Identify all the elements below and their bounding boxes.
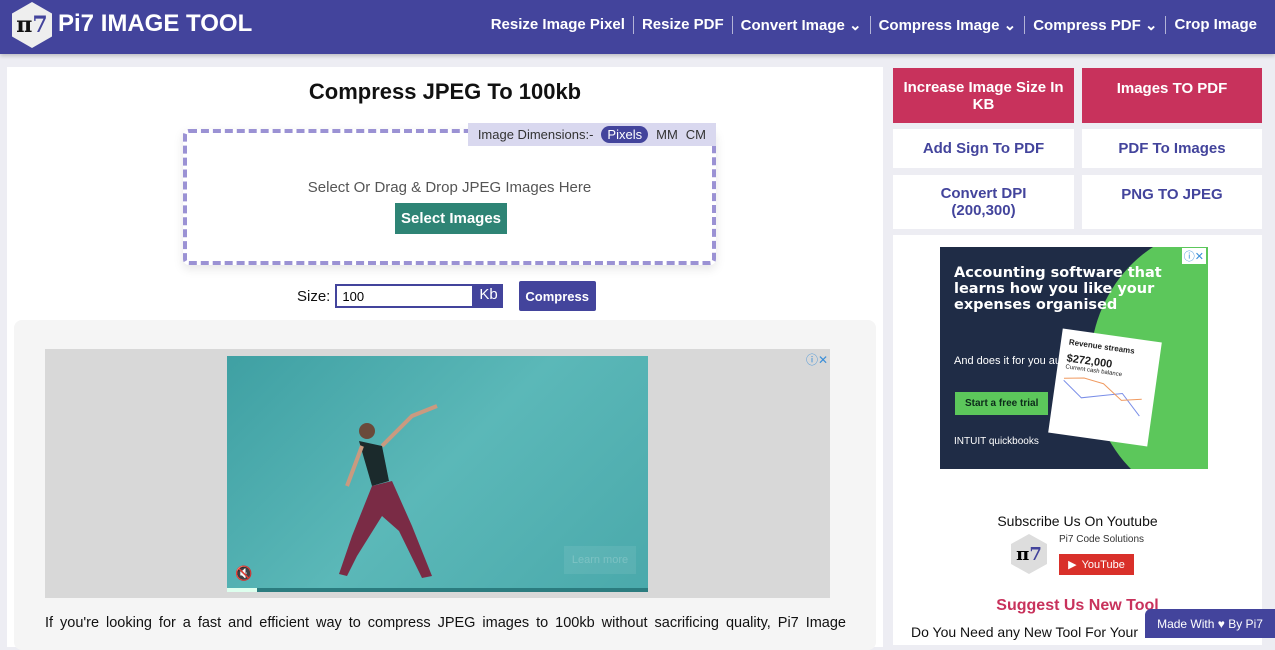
ad-headline: Accounting software that learns how you … (954, 265, 1162, 313)
header: π7 Pi7 IMAGE TOOL Resize Image Pixel Res… (0, 0, 1275, 54)
nav-crop-image[interactable]: Crop Image (1166, 16, 1265, 34)
dims-pixels[interactable]: Pixels (601, 126, 649, 143)
content-section: ⓘ✕ 🔇 Learn more (14, 320, 876, 650)
ad-cta-button[interactable]: Start a free trial (955, 392, 1049, 415)
video-progress[interactable] (227, 588, 648, 592)
nav-resize-image-pixel[interactable]: Resize Image Pixel (483, 16, 634, 34)
size-input[interactable] (335, 284, 475, 308)
ad-card: Revenue streams $272,000 Current cash ba… (1048, 328, 1162, 447)
sidebar-panel: ⓘ✕ Accounting software that learns how y… (893, 235, 1262, 645)
size-label: Size: (297, 287, 331, 305)
compress-button[interactable]: Compress (518, 281, 596, 311)
images-to-pdf-button[interactable]: Images TO PDF (1082, 68, 1262, 123)
size-unit: Kb (474, 284, 503, 308)
youtube-play-icon: ▶ (1068, 559, 1077, 571)
intro-paragraph: If you're looking for a fast and efficie… (45, 615, 846, 631)
channel-name: Pi7 Code Solutions (1059, 534, 1145, 545)
drop-text: Select Or Drag & Drop JPEG Images Here (307, 179, 592, 196)
page-title: Compress JPEG To 100kb (308, 79, 582, 104)
youtube-subscribe-button[interactable]: ▶ YouTube (1059, 554, 1134, 575)
ad-info-close-icon[interactable]: ⓘ✕ (1181, 248, 1206, 264)
channel-logo[interactable]: π7 (1011, 534, 1047, 574)
nav-compress-image[interactable]: Compress Image ⌄ (871, 16, 1026, 34)
dims-label: Image Dimensions:- (477, 127, 594, 142)
quickbooks-ad[interactable]: ⓘ✕ Accounting software that learns how y… (940, 247, 1208, 469)
drop-zone[interactable]: Image Dimensions:- Pixels MM CM Select O… (183, 123, 716, 265)
learn-more-button[interactable]: Learn more (564, 546, 636, 574)
logo[interactable]: π7 (12, 2, 52, 48)
nav-compress-pdf[interactable]: Compress PDF ⌄ (1025, 16, 1167, 34)
dimension-selector: Image Dimensions:- Pixels MM CM (467, 123, 716, 146)
subscribe-heading: Subscribe Us On Youtube (997, 513, 1158, 529)
brand-name[interactable]: Pi7 IMAGE TOOL (58, 10, 252, 38)
video-ad[interactable]: ⓘ✕ 🔇 Learn more (45, 349, 830, 598)
mute-icon[interactable]: 🔇 (235, 565, 252, 582)
youtube-label: YouTube (1081, 558, 1125, 571)
main-nav: Resize Image Pixel Resize PDF Convert Im… (483, 16, 1265, 34)
ad-brand: INTUIT quickbooks (954, 436, 1039, 447)
main-panel: Compress JPEG To 100kb Image Dimensions:… (7, 67, 883, 650)
ad-info-close-icon[interactable]: ⓘ✕ (806, 351, 828, 368)
convert-dpi-button[interactable]: Convert DPI (200,300) (893, 175, 1074, 229)
png-to-jpeg-button[interactable]: PNG TO JPEG (1082, 175, 1262, 229)
made-with-badge[interactable]: Made With ♥ By Pi7 (1145, 609, 1275, 638)
add-sign-to-pdf-button[interactable]: Add Sign To PDF (893, 129, 1074, 168)
size-row: Size: Kb Compress (297, 281, 596, 311)
person-image (339, 404, 438, 578)
nav-resize-pdf[interactable]: Resize PDF (634, 16, 733, 34)
dims-mm[interactable]: MM (656, 127, 678, 142)
nav-convert-image[interactable]: Convert Image ⌄ (733, 16, 871, 34)
pdf-to-images-button[interactable]: PDF To Images (1082, 129, 1262, 168)
select-images-button[interactable]: Select Images (395, 203, 507, 234)
increase-image-size-button[interactable]: Increase Image Size In KB (893, 68, 1074, 123)
dims-cm[interactable]: CM (686, 127, 706, 142)
ad-video[interactable]: 🔇 Learn more (227, 356, 648, 592)
